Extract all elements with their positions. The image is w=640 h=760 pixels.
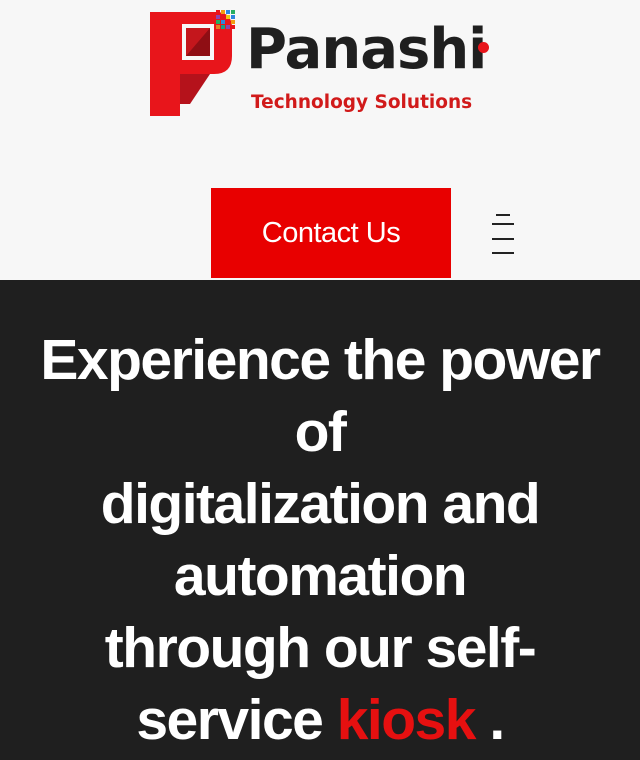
hero-line-4: automation (173, 544, 468, 608)
brand-name: Panashi (246, 17, 487, 82)
menu-bar-upper (492, 223, 514, 225)
hero-line-5: through our self- (104, 616, 537, 680)
site-header: Panashi Technology Solutions Contact Us (0, 0, 640, 280)
menu-bar-lower (492, 238, 514, 240)
hero-banner: Experience the power of digitalization a… (0, 280, 640, 760)
hero-line-1: Experience the power (40, 328, 601, 392)
hero-heading: Experience the power of digitalization a… (0, 324, 640, 756)
brand-logo[interactable]: Panashi Technology Solutions (150, 8, 495, 118)
hamburger-menu-icon[interactable] (486, 214, 520, 256)
hero-accent-word: kiosk (336, 688, 477, 752)
brand-tagline: Technology Solutions (251, 92, 473, 113)
brand-dot-accent (478, 42, 489, 53)
panashi-p-logo-icon (150, 10, 235, 116)
menu-bar-top (496, 214, 510, 216)
hero-line-6-end: . (489, 688, 505, 752)
hero-line-2: of (294, 400, 347, 464)
hero-line-6-start: service (136, 688, 324, 752)
contact-us-button[interactable]: Contact Us (211, 188, 451, 278)
hero-line-3: digitalization and (100, 472, 541, 536)
menu-bar-bottom (492, 252, 514, 254)
